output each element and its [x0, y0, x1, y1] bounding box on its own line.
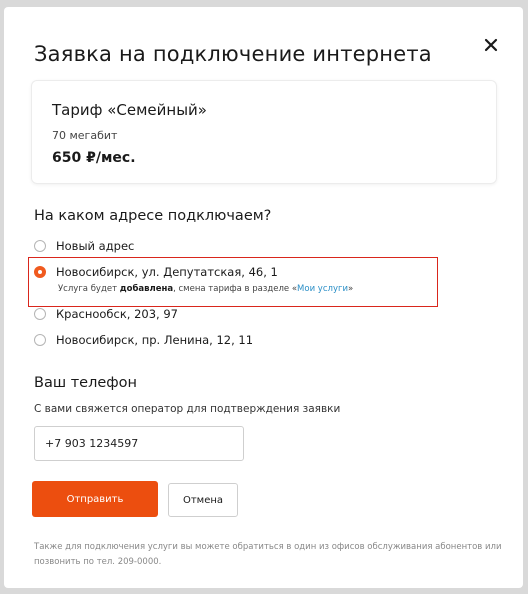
note-bold: добавлена	[119, 284, 174, 294]
connection-request-modal: Заявка на подключение интернета Тариф «С…	[4, 7, 523, 588]
cancel-button[interactable]: Отмена	[168, 483, 238, 517]
address-option-label: Новый адрес	[56, 239, 135, 253]
address-option-deputatskaya[interactable]: Новосибирск, ул. Депутатская, 46, 1	[34, 265, 278, 279]
note-suffix: »	[347, 284, 354, 294]
close-icon	[484, 38, 498, 52]
tariff-price: 650 ₽/мес.	[52, 150, 136, 166]
tariff-name: Тариф «Семейный»	[52, 101, 207, 119]
note-middle: , смена тарифа в разделе «	[173, 284, 298, 294]
modal-title: Заявка на подключение интернета	[34, 42, 432, 66]
service-note: Услуга будет добавлена, смена тарифа в р…	[58, 284, 353, 294]
address-section-title: На каком адресе подключаем?	[34, 208, 272, 224]
address-option-label: Новосибирск, ул. Депутатская, 46, 1	[56, 265, 278, 279]
phone-input[interactable]	[34, 426, 244, 461]
address-option-label: Новосибирск, пр. Ленина, 12, 11	[56, 333, 254, 347]
address-option-krasnoobsk[interactable]: Краснообск, 203, 97	[34, 307, 178, 321]
radio-button[interactable]	[34, 334, 46, 346]
tariff-speed: 70 мегабит	[52, 129, 118, 142]
footer-note: Также для подключения услуги вы можете о…	[34, 542, 502, 567]
radio-button-checked[interactable]	[34, 266, 46, 278]
tariff-card: Тариф «Семейный» 70 мегабит 650 ₽/мес.	[31, 80, 497, 184]
phone-section-title: Ваш телефон	[34, 375, 138, 391]
address-option-lenina[interactable]: Новосибирск, пр. Ленина, 12, 11	[34, 333, 253, 347]
phone-description: С вами свяжется оператор для подтвержден…	[34, 403, 341, 415]
submit-button[interactable]: Отправить	[32, 481, 158, 517]
address-option-new[interactable]: Новый адрес	[34, 239, 134, 253]
note-prefix: Услуга будет	[58, 284, 120, 294]
radio-button[interactable]	[34, 240, 46, 252]
radio-button[interactable]	[34, 308, 46, 320]
address-option-label: Краснообск, 203, 97	[56, 307, 178, 321]
close-button[interactable]	[477, 31, 505, 59]
my-services-link[interactable]: Мои услуги	[297, 284, 348, 294]
